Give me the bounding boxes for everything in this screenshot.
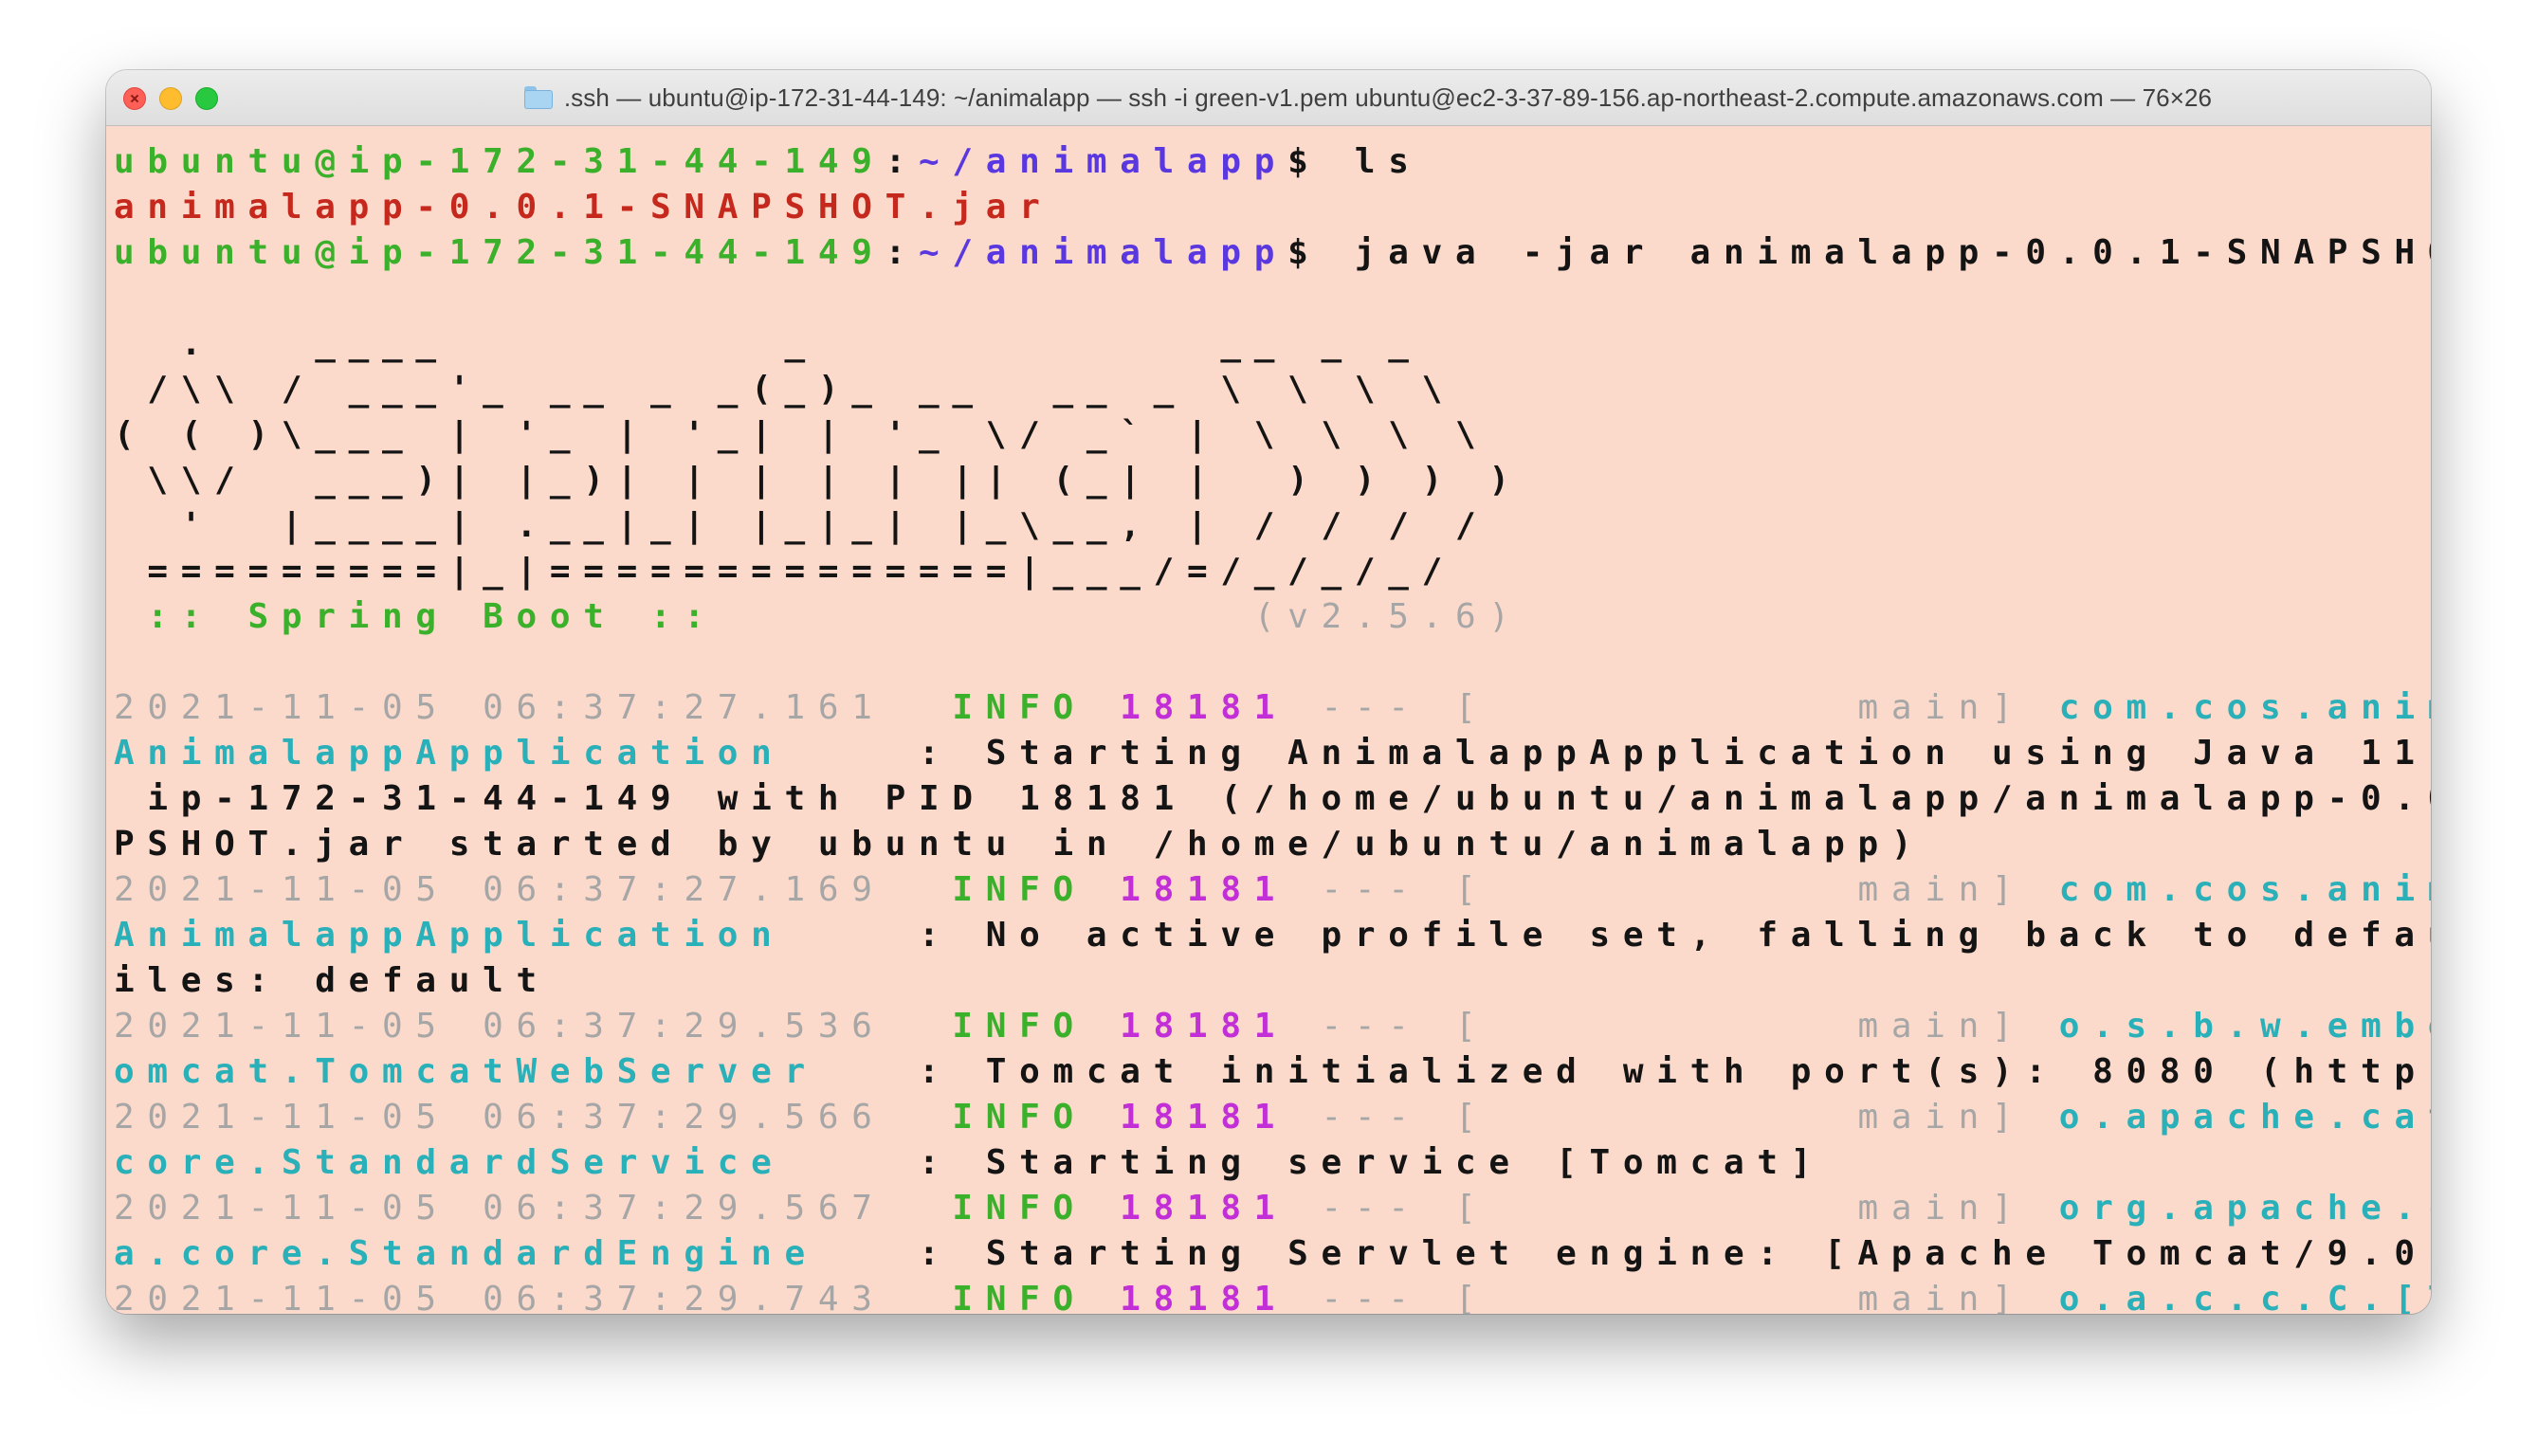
prompt-path: ~/animalapp <box>918 233 1288 272</box>
banner-line: =========|_|==============|___/=/_/_/_/ <box>114 552 1455 591</box>
log-colon: : <box>918 1143 953 1182</box>
log-thread: [ main] <box>1454 688 2026 727</box>
log-separator: --- <box>1321 1098 1422 1137</box>
prompt-line: ubuntu@ip-172-31-44-149:~/animalapp$ ls <box>114 139 2419 185</box>
window-title-group: .ssh — ubuntu@ip-172-31-44-149: ~/animal… <box>324 70 2412 125</box>
log-logger: com.cos.animalapp. <box>2058 688 2431 727</box>
log-line: a.core.StandardEngine : Starting Servlet… <box>114 1231 2431 1277</box>
prompt-user: ubuntu@ip-172-31-44-149 <box>114 233 885 272</box>
log-logger: omcat.TomcatWebServer <box>114 1052 818 1091</box>
log-timestamp: 2021-11-05 06:37:27.161 <box>114 688 885 727</box>
spring-boot-version: (v2.5.6) <box>751 597 1523 636</box>
log-level: INFO <box>952 1280 1086 1314</box>
log-line: 2021-11-05 06:37:29.536 INFO 18181 --- [… <box>114 1004 2431 1049</box>
prompt-separator: : <box>885 142 919 181</box>
log-timestamp: 2021-11-05 06:37:27.169 <box>114 870 885 909</box>
banner-line: ' |____| .__|_| |_|_| |_\__, | / / / / <box>114 506 1489 545</box>
log-level: INFO <box>952 1007 1086 1046</box>
prompt-dollar: $ <box>1287 142 1322 181</box>
banner-line: /\\ / ___'_ __ _ _(_)_ __ __ _ \ \ \ \ <box>114 370 1455 409</box>
terminal-window: .ssh — ubuntu@ip-172-31-44-149: ~/animal… <box>106 70 2431 1314</box>
log-logger: AnimalappApplication <box>114 734 785 773</box>
log-pid: 18181 <box>1120 1189 1288 1228</box>
command-text: java -jar animalapp-0.0.1-SNAPSHOT.jar <box>1354 233 2431 272</box>
prompt-line: ubuntu@ip-172-31-44-149:~/animalapp$ jav… <box>114 230 2431 276</box>
terminal-output[interactable]: ubuntu@ip-172-31-44-149:~/animalapp$ ls … <box>106 126 2431 1314</box>
folder-icon <box>523 86 553 109</box>
log-separator: --- <box>1321 1189 1422 1228</box>
log-logger: o.apache.catalina. <box>2058 1098 2431 1137</box>
log-message: ip-172-31-44-149 with PID 18181 (/home/u… <box>114 779 2431 818</box>
log-level: INFO <box>952 870 1086 909</box>
banner-line <box>114 276 2419 321</box>
spring-boot-label: :: Spring Boot :: <box>114 597 752 636</box>
log-pid: 18181 <box>1120 688 1288 727</box>
window-title: .ssh — ubuntu@ip-172-31-44-149: ~/animal… <box>563 82 2213 112</box>
log-timestamp: 2021-11-05 06:37:29.567 <box>114 1189 885 1228</box>
log-line: omcat.TomcatWebServer : Tomcat initializ… <box>114 1049 2431 1095</box>
log-line: core.StandardService : Starting service … <box>114 1140 2419 1186</box>
spring-boot-line: :: Spring Boot :: (v2.5.6) <box>114 594 2419 640</box>
log-line: AnimalappApplication : Starting Animalap… <box>114 731 2431 776</box>
minimize-button[interactable] <box>159 87 182 110</box>
prompt-path: ~/animalapp <box>918 142 1288 181</box>
log-logger: AnimalappApplication <box>114 916 785 955</box>
log-separator: --- <box>1321 870 1422 909</box>
log-separator: --- <box>1321 1007 1422 1046</box>
command-text: ls <box>1321 142 1422 181</box>
log-logger: core.StandardService <box>114 1143 785 1182</box>
log-line: 2021-11-05 06:37:29.566 INFO 18181 --- [… <box>114 1095 2431 1140</box>
log-timestamp: 2021-11-05 06:37:29.743 <box>114 1280 885 1314</box>
log-message: Starting service [Tomcat] <box>985 1143 1825 1182</box>
banner-line: \\/ ___)| |_)| | | | | || (_| | ) ) ) ) <box>114 461 1523 500</box>
log-level: INFO <box>952 1189 1086 1228</box>
banner-line: . ____ _ __ _ _ <box>114 324 1422 363</box>
log-colon: : <box>918 734 953 773</box>
log-line: 2021-11-05 06:37:29.743 INFO 18181 --- [… <box>114 1277 2431 1314</box>
log-colon: : <box>918 916 953 955</box>
log-pid: 18181 <box>1120 1007 1288 1046</box>
log-message: No active profile set, falling back to d… <box>985 916 2431 955</box>
log-message: Starting Servlet engine: [Apache Tomcat/… <box>985 1234 2431 1273</box>
log-logger: com.cos.animalapp. <box>2058 870 2431 909</box>
log-timestamp: 2021-11-05 06:37:29.566 <box>114 1098 885 1137</box>
log-message: Tomcat initialized with port(s): 8080 (h… <box>985 1052 2431 1091</box>
log-separator: --- <box>1321 688 1422 727</box>
log-logger: a.core.StandardEngine <box>114 1234 818 1273</box>
title-bar[interactable]: .ssh — ubuntu@ip-172-31-44-149: ~/animal… <box>106 70 2431 126</box>
log-thread: [ main] <box>1454 870 2026 909</box>
log-thread: [ main] <box>1454 1189 2026 1228</box>
ls-output: animalapp-0.0.1-SNAPSHOT.jar <box>114 188 1053 227</box>
log-logger: org.apache.catalin <box>2058 1189 2431 1228</box>
log-thread: [ main] <box>1454 1098 2026 1137</box>
log-pid: 18181 <box>1120 870 1288 909</box>
log-level: INFO <box>952 1098 1086 1137</box>
log-line: 2021-11-05 06:37:29.567 INFO 18181 --- [… <box>114 1186 2431 1231</box>
maximize-button[interactable] <box>195 87 218 110</box>
log-message: PSHOT.jar started by ubuntu in /home/ubu… <box>114 825 1926 864</box>
log-message: Starting AnimalappApplication using Java… <box>985 734 2431 773</box>
log-thread: [ main] <box>1454 1007 2026 1046</box>
log-timestamp: 2021-11-05 06:37:29.536 <box>114 1007 885 1046</box>
log-pid: 18181 <box>1120 1280 1288 1314</box>
log-line: 2021-11-05 06:37:27.169 INFO 18181 --- [… <box>114 867 2431 913</box>
log-thread: [ main] <box>1454 1280 2026 1314</box>
log-line: 2021-11-05 06:37:27.161 INFO 18181 --- [… <box>114 685 2431 731</box>
prompt-dollar: $ <box>1287 233 1322 272</box>
log-colon: : <box>918 1234 953 1273</box>
prompt-separator: : <box>885 233 919 272</box>
log-line: AnimalappApplication : No active profile… <box>114 913 2431 958</box>
log-pid: 18181 <box>1120 1098 1288 1137</box>
banner-line: ( ( )\___ | '_ | '_| | '_ \/ _` | \ \ \ … <box>114 415 1489 454</box>
log-message: iles: default <box>114 961 550 1000</box>
close-button[interactable] <box>123 87 146 110</box>
prompt-user: ubuntu@ip-172-31-44-149 <box>114 142 885 181</box>
log-logger: o.s.b.w.embedded.t <box>2058 1007 2431 1046</box>
log-level: INFO <box>952 688 1086 727</box>
log-colon: : <box>918 1052 953 1091</box>
log-logger: o.a.c.c.C.[Tomcat] <box>2058 1280 2431 1314</box>
log-separator: --- <box>1321 1280 1422 1314</box>
